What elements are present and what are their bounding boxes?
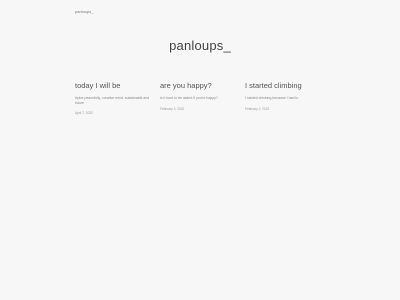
post-title-link[interactable]: are you happy? bbox=[160, 81, 245, 90]
post-card: today I will be tiptoe peacefully, creat… bbox=[75, 81, 160, 115]
post-excerpt: is it hard to be asked if you're happy? bbox=[160, 96, 218, 100]
post-date: February 3, 2022 bbox=[160, 106, 185, 111]
post-excerpt: tiptoe peacefully, creative mind, sustai… bbox=[75, 96, 150, 105]
post-list: today I will be tiptoe peacefully, creat… bbox=[75, 81, 335, 115]
home-nav-link[interactable]: panloups_ bbox=[75, 9, 93, 14]
post-card: are you happy? is it hard to be asked if… bbox=[160, 81, 245, 115]
post-title-link[interactable]: I started climbing bbox=[245, 81, 335, 90]
post-title-link[interactable]: today I will be bbox=[75, 81, 160, 90]
page: panloups_ panloups_ today I will be tipt… bbox=[0, 0, 400, 300]
site-title: panloups_ bbox=[169, 38, 231, 53]
post-date: February 2, 2022 bbox=[245, 106, 270, 111]
post-card: I started climbing I started climbing be… bbox=[245, 81, 335, 115]
post-excerpt: I started climbing because I had to bbox=[245, 96, 299, 100]
post-date: April 7, 2022 bbox=[75, 111, 93, 116]
